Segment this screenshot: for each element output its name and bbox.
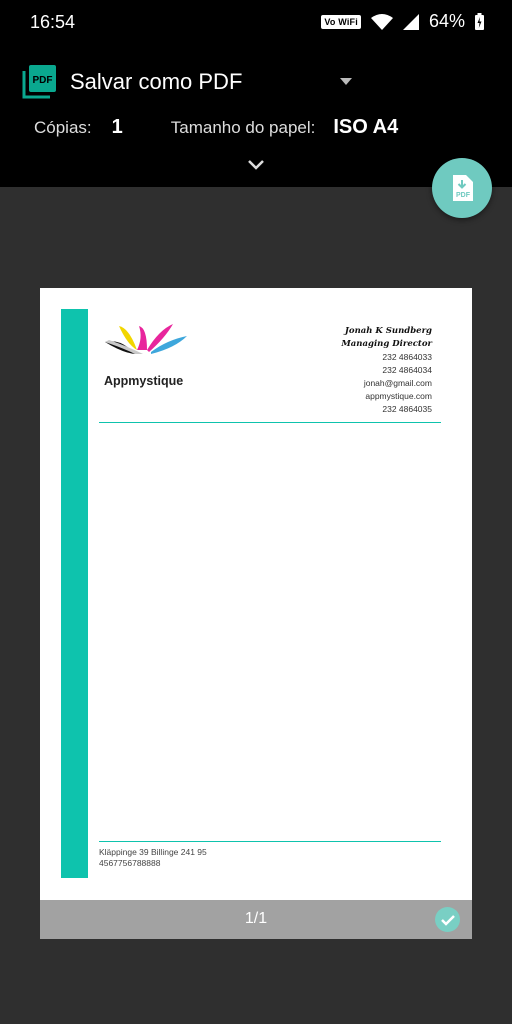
contact-title: Managing Director	[341, 339, 432, 349]
chevron-down-icon[interactable]	[246, 158, 266, 172]
signal-icon	[402, 13, 419, 30]
dropdown-arrow-icon[interactable]	[338, 75, 354, 87]
page-selected-check-icon[interactable]	[435, 907, 460, 932]
paper-size-label: Tamanho do papel:	[170, 118, 316, 137]
footer-number: 4567756788888	[99, 858, 161, 868]
pdf-file-icon: PDF	[22, 65, 56, 99]
copies-label: Cópias:	[34, 118, 92, 137]
page-preview-footer: 1/1	[40, 900, 472, 939]
status-icons: Vo WiFi 64%	[321, 11, 484, 32]
header-divider	[99, 422, 441, 423]
vowifi-badge: Vo WiFi	[321, 14, 361, 29]
download-pdf-button[interactable]: PDF	[432, 158, 492, 218]
footer-divider	[99, 841, 441, 842]
contact-block: Jonah K Sundberg Managing Director 232 4…	[341, 325, 432, 416]
wifi-icon	[370, 13, 393, 30]
letterhead-accent-bar	[61, 309, 88, 878]
company-name: Appmystique	[104, 374, 184, 388]
status-time: 16:54	[30, 12, 76, 32]
page-preview[interactable]: Appmystique Jonah K Sundberg Managing Di…	[40, 288, 472, 900]
print-options-summary: Cópias: 1 Tamanho do papel: ISO A4	[34, 116, 398, 142]
contact-name: Jonah K Sundberg	[344, 326, 432, 336]
pdf-icon-label: PDF	[33, 75, 53, 86]
contact-phone-1: 232 4864033	[382, 352, 432, 362]
printer-selector[interactable]: PDF Salvar como PDF	[22, 62, 362, 102]
copies-value: 1	[111, 116, 123, 138]
letterhead-footer: Kläppinge 39 Billinge 241 95 45677567888…	[99, 847, 207, 869]
paper-size-value: ISO A4	[333, 116, 399, 138]
battery-charging-icon	[475, 13, 484, 30]
footer-address: Kläppinge 39 Billinge 241 95	[99, 847, 207, 857]
fab-icon-label: PDF	[456, 192, 471, 199]
pdf-download-icon: PDF	[453, 175, 473, 201]
printer-name: Salvar como PDF	[70, 69, 243, 94]
contact-phone-2: 232 4864034	[382, 365, 432, 375]
contact-phone-3: 232 4864035	[382, 404, 432, 414]
battery-percent: 64%	[428, 11, 465, 31]
page-indicator: 1/1	[244, 910, 268, 927]
contact-email: jonah@gmail.com	[363, 378, 432, 388]
contact-website: appmystique.com	[365, 391, 432, 401]
company-logo	[105, 324, 187, 354]
print-header: 16:54 Vo WiFi 64% PDF Salvar como PDF Có…	[0, 0, 512, 187]
